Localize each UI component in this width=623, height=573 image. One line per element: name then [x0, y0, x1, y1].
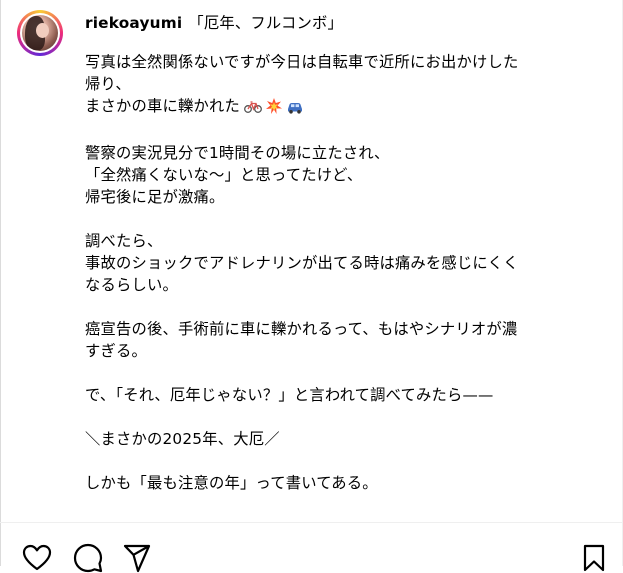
caption-paragraph: で、「それ、厄年じゃない？」と言われて調べてみたら——	[85, 384, 585, 406]
caption-line: ＼まさかの2025年、大厄／	[85, 430, 280, 448]
caption-paragraph: 警察の実況見分で1時間その場に立たされ、 「全然痛くないな〜」と思ってたけど、 …	[85, 142, 585, 208]
caption-line: なるらしい。	[85, 276, 178, 294]
caption-line: 帰り、	[85, 75, 131, 93]
save-icon	[579, 543, 609, 573]
caption-header: riekoayumi 「厄年、フルコンボ」	[85, 12, 585, 34]
bicycle-icon	[244, 98, 262, 120]
caption-paragraph: 調べたら、 事故のショックでアドレナリンが出てる時は痛みを感じにくく なるらしい…	[85, 230, 585, 296]
caption-line: 帰宅後に足が激痛。	[85, 188, 225, 206]
caption-line: で、「それ、厄年じゃない？」と言われて調べてみたら——	[85, 386, 494, 404]
caption-line-with-emoji: まさかの車に轢かれた	[85, 95, 585, 120]
avatar-face	[36, 23, 49, 38]
save-button[interactable]	[579, 543, 609, 573]
share-icon	[122, 543, 152, 573]
left-border	[0, 0, 1, 566]
caption-line: 写真は全然関係ないですが今日は自転車で近所にお出かけした	[85, 53, 519, 71]
like-icon	[22, 543, 52, 573]
caption-paragraph: 癌宣告の後、手術前に車に轢かれるって、もはやシナリオが濃 すぎる。	[85, 318, 585, 362]
share-button[interactable]	[122, 543, 152, 573]
comment-icon	[73, 543, 103, 573]
caption-line: 調べたら、	[85, 232, 163, 250]
post-title: 「厄年、フルコンボ」	[188, 14, 344, 32]
avatar-border	[20, 13, 60, 53]
caption-line: すぎる。	[85, 342, 147, 360]
caption-line: 警察の実況見分で1時間その場に立たされ、	[85, 144, 390, 162]
caption-line: 事故のショックでアドレナリンが出てる時は痛みを感じにくく	[85, 254, 519, 272]
caption-line: まさかの車に轢かれた	[85, 97, 240, 115]
username-link[interactable]: riekoayumi	[85, 14, 182, 32]
collision-icon	[265, 98, 282, 120]
post-caption: riekoayumi 「厄年、フルコンボ」 写真は全然関係ないですが今日は自転車で…	[85, 12, 585, 516]
caption-paragraph: しかも「最も注意の年」って書いてある。	[85, 472, 585, 494]
caption-paragraph: ＼まさかの2025年、大厄／	[85, 428, 585, 450]
like-button[interactable]	[22, 543, 52, 573]
caption-paragraph: 写真は全然関係ないですが今日は自転車で近所にお出かけした 帰り、 まさかの車に轢…	[85, 51, 585, 120]
comment-button[interactable]	[73, 543, 103, 573]
actions-divider	[0, 522, 623, 523]
avatar-photo	[22, 15, 58, 51]
caption-line: 癌宣告の後、手術前に車に轢かれるって、もはやシナリオが濃	[85, 320, 518, 338]
caption-line: しかも「最も注意の年」って書いてある。	[85, 474, 378, 492]
caption-line: 「全然痛くないな〜」と思ってたけど、	[85, 166, 363, 184]
avatar[interactable]	[17, 10, 63, 56]
car-icon	[286, 98, 304, 120]
